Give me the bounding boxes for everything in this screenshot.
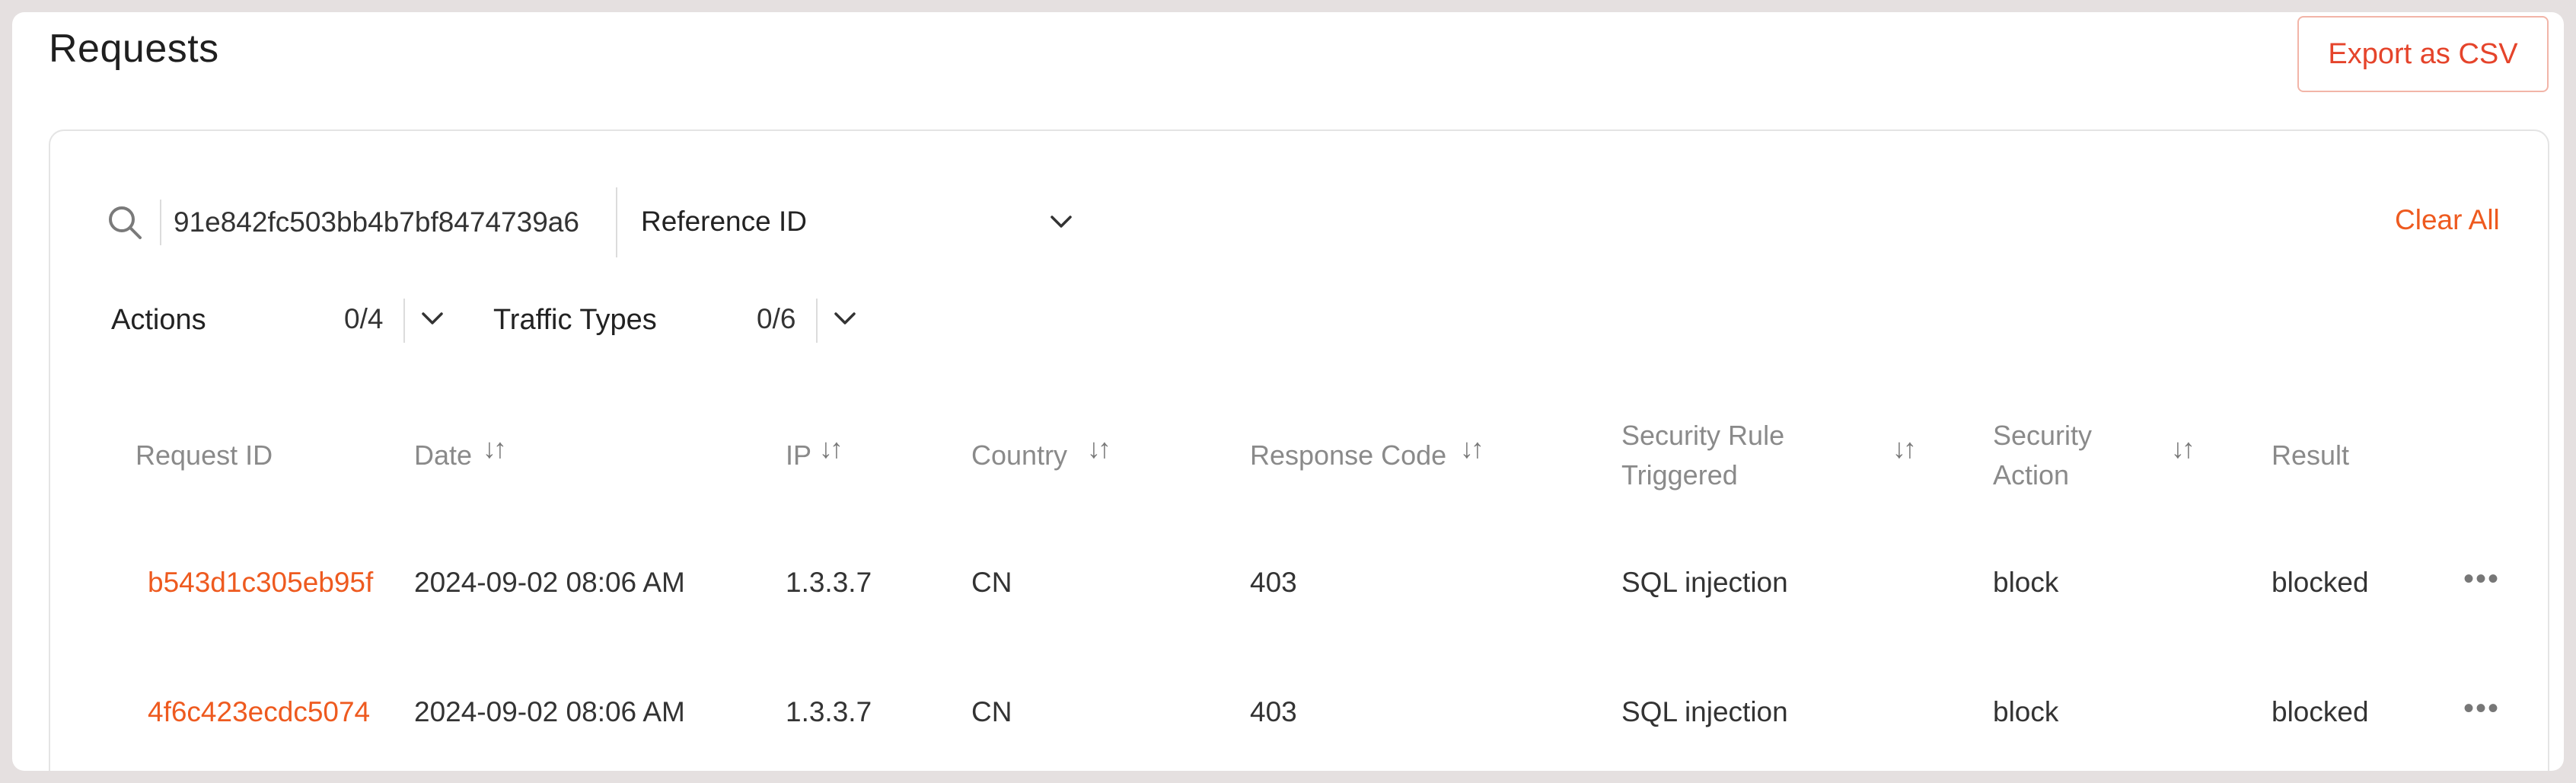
security-action-cell: block — [1993, 567, 2059, 598]
filter-count: 0/4 — [344, 303, 384, 334]
request-id-link[interactable]: b543d1c305eb95f — [148, 567, 385, 599]
country-cell: CN — [971, 696, 1012, 727]
column-header-security-action-line2: Action — [1993, 459, 2070, 491]
search-field-label: Reference ID — [641, 206, 807, 237]
more-horizontal-icon[interactable]: ••• — [2463, 692, 2500, 726]
column-header-ip: IP — [786, 439, 812, 471]
column-header-security-rule-line1: Security Rule — [1621, 420, 1785, 451]
requests-page: Requests Export as CSV Reference ID Clea… — [12, 12, 2564, 771]
sort-icon[interactable]: ↓↑ — [1460, 433, 1484, 465]
sort-icon[interactable]: ↓↑ — [1892, 433, 1917, 465]
filter-traffic-types[interactable]: Traffic Types 0/6 — [493, 297, 912, 343]
chevron-down-icon[interactable] — [419, 305, 446, 332]
ip-cell: 1.3.3.7 — [786, 696, 872, 727]
ip-cell: 1.3.3.7 — [786, 567, 872, 598]
column-header-result: Result — [2272, 439, 2350, 471]
filter-actions[interactable]: Actions 0/4 — [111, 297, 469, 343]
date-cell: 2024-09-02 08:06 AM — [414, 567, 685, 598]
divider — [616, 187, 617, 257]
column-header-country: Country — [971, 439, 1068, 471]
clear-all-link[interactable]: Clear All — [2395, 204, 2500, 236]
divider — [403, 299, 405, 343]
column-header-date: Date — [414, 439, 473, 471]
result-cell: blocked — [2272, 567, 2369, 598]
sort-icon[interactable]: ↓↑ — [819, 433, 843, 465]
divider — [816, 299, 818, 343]
sort-icon[interactable]: ↓↑ — [483, 433, 507, 465]
response-code-cell: 403 — [1250, 567, 1297, 598]
filter-label: Traffic Types — [493, 303, 657, 336]
sort-icon[interactable]: ↓↑ — [2171, 433, 2195, 465]
country-cell: CN — [971, 567, 1012, 598]
date-cell: 2024-09-02 08:06 AM — [414, 696, 685, 727]
export-csv-button[interactable]: Export as CSV — [2297, 16, 2549, 92]
filter-count: 0/6 — [757, 303, 796, 334]
more-horizontal-icon[interactable]: ••• — [2463, 562, 2500, 596]
security-rule-cell: SQL injection — [1621, 696, 1788, 727]
column-header-response-code: Response Code — [1250, 439, 1447, 471]
chevron-down-icon — [1050, 216, 1072, 228]
column-header-request-id: Request ID — [135, 439, 273, 471]
page-title: Requests — [49, 27, 219, 71]
sort-icon[interactable]: ↓↑ — [1087, 433, 1111, 465]
column-header-security-rule-line2: Triggered — [1621, 459, 1738, 491]
response-code-cell: 403 — [1250, 696, 1297, 727]
chevron-down-icon[interactable] — [831, 305, 859, 332]
column-header-security-action-line1: Security — [1993, 420, 2093, 451]
divider — [160, 200, 161, 245]
security-rule-cell: SQL injection — [1621, 567, 1788, 598]
security-action-cell: block — [1993, 696, 2059, 727]
filter-label: Actions — [111, 303, 206, 336]
search-input[interactable] — [174, 198, 611, 247]
search-field-dropdown[interactable]: Reference ID — [641, 195, 1075, 248]
request-id-link[interactable]: 4f6c423ecdc5074 — [148, 696, 385, 728]
result-cell: blocked — [2272, 696, 2369, 727]
search-icon — [109, 206, 142, 239]
requests-card: Reference ID Clear All Actions 0/4 Traff… — [49, 129, 2549, 771]
